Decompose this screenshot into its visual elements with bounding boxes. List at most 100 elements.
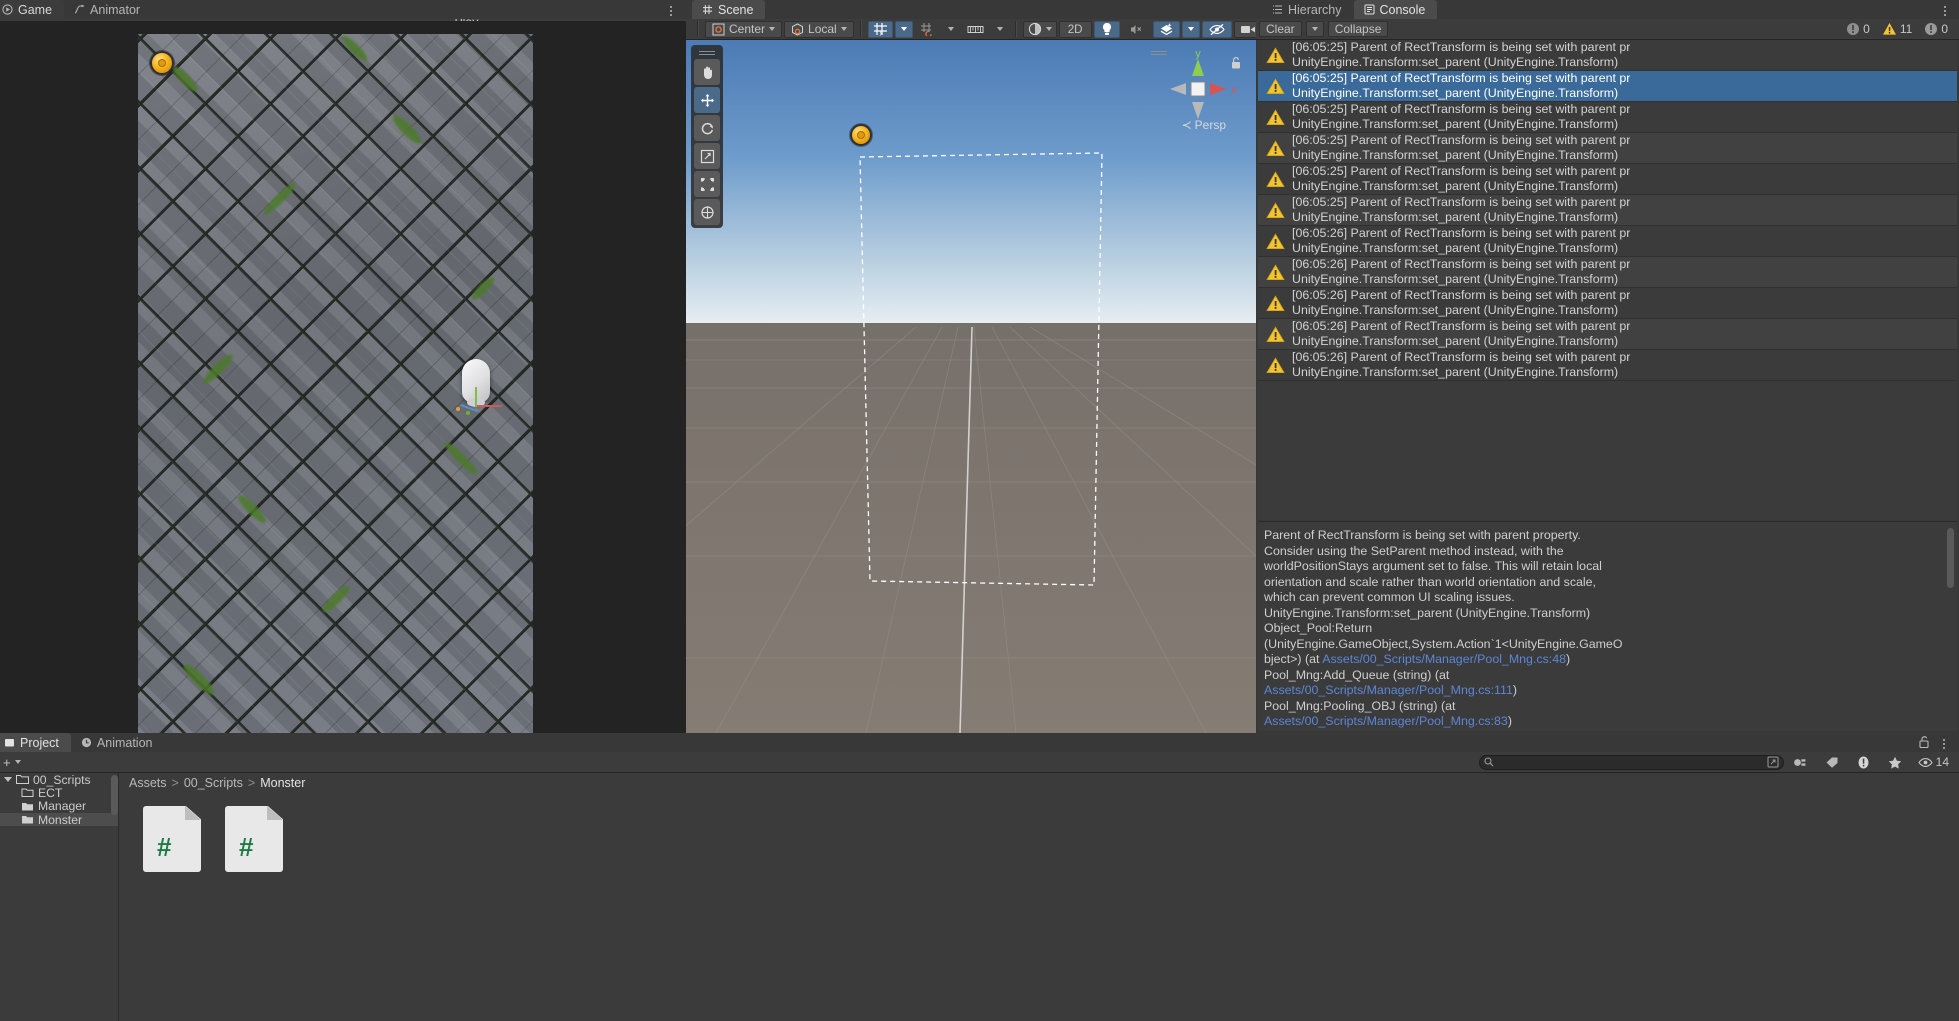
scene-lighting-toggle[interactable] xyxy=(1093,20,1120,38)
scene-audio-toggle[interactable] xyxy=(1122,21,1151,38)
console-message-text: [06:05:25] Parent of RectTransform is be… xyxy=(1292,71,1630,101)
console-clear-button[interactable]: Clear xyxy=(1259,21,1302,37)
project-tree-row[interactable]: 00_Scripts xyxy=(0,773,118,787)
console-clear-dropdown[interactable] xyxy=(1305,21,1324,37)
rotate-tool[interactable] xyxy=(694,115,720,141)
scene-orientation-gizmo[interactable]: y x ≺ Persp xyxy=(1148,46,1248,146)
scene-fx-dropdown[interactable] xyxy=(1181,20,1200,38)
project-panel-menu-button[interactable] xyxy=(1937,739,1951,749)
snap-increment-dropdown[interactable] xyxy=(942,21,960,38)
console-warning-count[interactable]: 11 xyxy=(1877,21,1917,38)
console-message-row[interactable]: [06:05:26] Parent of RectTransform is be… xyxy=(1258,319,1957,350)
console-message-row[interactable]: [06:05:26] Parent of RectTransform is be… xyxy=(1258,226,1957,257)
tab-scene[interactable]: Scene xyxy=(692,0,766,19)
breadcrumb-item[interactable]: Monster xyxy=(260,776,305,790)
ruler-toggle[interactable] xyxy=(962,21,989,38)
console-message-row[interactable]: [06:05:25] Parent of RectTransform is be… xyxy=(1258,195,1957,226)
scene-panel: Scene Center Local y 2D y x ≺ Persp xyxy=(686,0,1321,733)
move-tool[interactable] xyxy=(694,87,720,113)
filter-by-type-button[interactable] xyxy=(1785,754,1815,771)
grid-snap-toggle[interactable]: y xyxy=(867,20,893,38)
game-panel-menu-button[interactable] xyxy=(664,6,678,16)
warning-triangle-icon xyxy=(1266,170,1285,188)
scene-fx-toggle[interactable] xyxy=(1152,20,1180,38)
ruler-dropdown[interactable] xyxy=(991,21,1009,38)
error-count-label: 0 xyxy=(1863,22,1870,36)
console-message-row[interactable]: [06:05:25] Parent of RectTransform is be… xyxy=(1258,102,1957,133)
asset-grid[interactable]: # # xyxy=(119,792,1959,875)
console-message-row[interactable]: [06:05:25] Parent of RectTransform is be… xyxy=(1258,133,1957,164)
pivot-mode-dropdown[interactable]: Center xyxy=(705,20,783,38)
draw-mode-dropdown[interactable] xyxy=(1022,20,1057,38)
camera-icon xyxy=(1240,24,1256,35)
search-input[interactable] xyxy=(1497,756,1763,768)
detail-frame3-cont: bject>) (at Assets/00_Scripts/Manager/Po… xyxy=(1264,652,1571,666)
tab-project[interactable]: Project xyxy=(0,733,71,752)
console-error-count[interactable]: 0 xyxy=(1841,21,1875,38)
breadcrumb-item[interactable]: 00_Scripts xyxy=(184,776,243,790)
filter-by-label-button[interactable] xyxy=(1817,754,1847,771)
lock-open-icon[interactable] xyxy=(1917,735,1931,749)
tab-hierarchy[interactable]: Hierarchy xyxy=(1262,0,1354,19)
twod-toggle[interactable]: 2D xyxy=(1058,20,1092,38)
tree-scrollbar[interactable] xyxy=(111,775,118,815)
filter-warnings-button[interactable] xyxy=(1849,754,1878,771)
project-folder-tree[interactable]: 00_Scripts ECT Manager Monster xyxy=(0,773,119,1021)
project-tree-row[interactable]: Monster xyxy=(0,813,118,827)
tab-console[interactable]: Console xyxy=(1353,0,1438,19)
console-log-count[interactable]: 0 xyxy=(1919,21,1953,38)
stack-link-2[interactable]: Assets/00_Scripts/Manager/Pool_Mng.cs:11… xyxy=(1264,683,1513,697)
project-tree-row[interactable]: ECT xyxy=(0,786,118,800)
stack-link-1[interactable]: Assets/00_Scripts/Manager/Pool_Mng.cs:48 xyxy=(1322,652,1566,666)
console-message-row[interactable]: [06:05:25] Parent of RectTransform is be… xyxy=(1258,71,1957,102)
project-tree-row[interactable]: Manager xyxy=(0,799,118,813)
console-collapse-toggle[interactable]: Collapse xyxy=(1327,21,1389,37)
hand-tool[interactable] xyxy=(694,59,720,85)
scene-visibility-toggle[interactable] xyxy=(1201,20,1232,38)
unity-editor-window: Game Animator ame Display 1 xyxy=(0,0,1959,1021)
breadcrumb-item[interactable]: Assets xyxy=(129,776,167,790)
combined-transform-tool[interactable] xyxy=(694,199,720,225)
grid-snap-dropdown[interactable] xyxy=(894,20,913,38)
svg-text:y: y xyxy=(879,30,882,36)
tools-drag-handle[interactable] xyxy=(694,48,720,57)
console-message-row[interactable]: [06:05:26] Parent of RectTransform is be… xyxy=(1258,350,1957,381)
detail-scrollbar[interactable] xyxy=(1947,528,1954,588)
visible-items-count[interactable]: 14 xyxy=(1912,754,1958,771)
search-open-window-icon[interactable] xyxy=(1767,756,1779,768)
scene-view[interactable]: y x ≺ Persp xyxy=(686,40,1256,733)
console-message-row[interactable]: [06:05:26] Parent of RectTransform is be… xyxy=(1258,288,1957,319)
console-message-row[interactable]: [06:05:25] Parent of RectTransform is be… xyxy=(1258,164,1957,195)
lock-icon[interactable] xyxy=(1230,56,1242,70)
snap-increment-toggle[interactable] xyxy=(915,21,940,38)
gizmo-drag-handle[interactable] xyxy=(1148,48,1170,57)
console-message-text: [06:05:26] Parent of RectTransform is be… xyxy=(1292,350,1630,380)
project-create-dropdown[interactable]: + xyxy=(0,754,28,771)
console-message-list[interactable]: [06:05:25] Parent of RectTransform is be… xyxy=(1258,40,1957,520)
asset-card[interactable]: # xyxy=(143,806,203,875)
console-panel-menu-button[interactable] xyxy=(1938,6,1952,16)
favorites-button[interactable] xyxy=(1880,754,1910,771)
detail-link2-row: Assets/00_Scripts/Manager/Pool_Mng.cs:11… xyxy=(1264,683,1517,697)
console-message-line2: UnityEngine.Transform:set_parent (UnityE… xyxy=(1292,272,1619,286)
scale-tool[interactable] xyxy=(694,143,720,169)
console-message-row[interactable]: [06:05:26] Parent of RectTransform is be… xyxy=(1258,257,1957,288)
tab-animation[interactable]: Animation xyxy=(70,733,165,752)
console-message-row[interactable]: [06:05:25] Parent of RectTransform is be… xyxy=(1258,40,1957,71)
asset-card[interactable]: # xyxy=(225,806,285,875)
tab-game[interactable]: Game xyxy=(0,0,65,19)
gizmo-perspective-label[interactable]: ≺ Persp xyxy=(1182,118,1226,132)
game-view[interactable] xyxy=(0,21,686,754)
expand-triangle-icon[interactable] xyxy=(4,777,12,783)
stack-link-3[interactable]: Assets/00_Scripts/Manager/Pool_Mng.cs:83 xyxy=(1264,714,1508,728)
tab-animator[interactable]: Animator xyxy=(64,0,153,19)
console-message-text: [06:05:25] Parent of RectTransform is be… xyxy=(1292,164,1630,194)
console-message-line1: [06:05:25] Parent of RectTransform is be… xyxy=(1292,40,1631,54)
rect-tool[interactable] xyxy=(694,171,720,197)
handle-space-dropdown[interactable]: Local xyxy=(784,20,854,38)
detail-message-line2: Consider using the SetParent method inst… xyxy=(1264,543,1564,558)
console-detail-pane[interactable]: Parent of RectTransform is being set wit… xyxy=(1258,521,1957,731)
detail-frame1: UnityEngine.Transform:set_parent (UnityE… xyxy=(1264,605,1591,620)
project-search-field[interactable] xyxy=(1478,754,1784,770)
coin-gizmo-game xyxy=(150,51,174,75)
